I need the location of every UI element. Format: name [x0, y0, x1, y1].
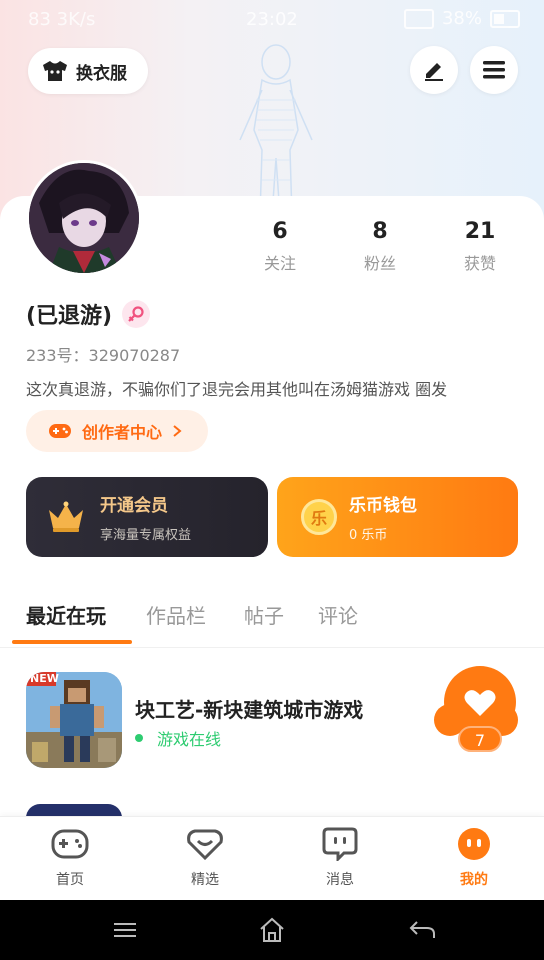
- battery-icon: [490, 9, 520, 28]
- chevron-right-icon: [173, 425, 182, 437]
- edit-profile-button[interactable]: [410, 46, 458, 94]
- hamburger-icon: [483, 61, 505, 79]
- game-status-label: 游戏在线: [157, 730, 222, 749]
- active-tab-indicator: [12, 640, 132, 644]
- vip-subtitle: 享海量专属权益: [100, 528, 192, 543]
- back-button[interactable]: [408, 916, 438, 944]
- tab-comments[interactable]: 评论: [318, 600, 358, 629]
- dress-up-button[interactable]: 换衣服: [28, 48, 148, 94]
- gem-heart-icon: [187, 829, 223, 860]
- fans-label: 粉丝: [363, 254, 396, 273]
- wallet-title: 乐币钱包: [349, 496, 417, 516]
- back-arrow-icon: [409, 921, 435, 938]
- gamepad-icon: [49, 424, 71, 438]
- nav-messages-label: 消息: [326, 872, 354, 888]
- status-bar: 83 3K/s 23:02 38%: [0, 0, 544, 40]
- chat-icon: [322, 827, 358, 861]
- dress-up-label: 换衣服: [76, 63, 127, 84]
- game-icon: NEW: [26, 672, 122, 768]
- tab-works[interactable]: 作品栏: [146, 600, 206, 629]
- stat-fans[interactable]: 8 粉丝: [330, 216, 430, 274]
- likes-count: 21: [464, 219, 496, 244]
- fans-count: 8: [372, 219, 388, 244]
- home-icon: [260, 917, 284, 942]
- gamepad-nav-icon: [51, 829, 89, 859]
- female-icon: [122, 300, 151, 328]
- menu-button[interactable]: [470, 46, 518, 94]
- recents-icon: [114, 923, 136, 937]
- me-face-icon: [458, 828, 490, 860]
- game-title: 块工艺-新块建筑城市游戏: [135, 698, 364, 722]
- following-count: 6: [272, 219, 288, 244]
- recent-game-item[interactable]: NEW 块工艺-新块建筑城市游戏 游戏在线: [0, 664, 544, 780]
- name-row: (已退游): [26, 298, 151, 330]
- following-label: 关注: [263, 254, 296, 273]
- new-badge: NEW: [30, 672, 59, 685]
- like-count: 7: [458, 726, 502, 752]
- shirt-icon: [43, 61, 67, 81]
- recent-apps-button[interactable]: [110, 916, 140, 944]
- crown-icon: [49, 501, 83, 532]
- stat-likes[interactable]: 21 获赞: [430, 216, 530, 274]
- pen-icon: [425, 63, 443, 81]
- wallet-balance: 0 乐币: [349, 528, 388, 543]
- coin-char: 乐: [310, 509, 327, 528]
- avatar-model-figure: [239, 44, 313, 217]
- clock: 23:02: [246, 9, 298, 30]
- nav-featured-label: 精选: [191, 872, 219, 888]
- nav-home-label: 首页: [56, 872, 84, 888]
- nav-featured[interactable]: 精选: [165, 825, 245, 889]
- system-navigation-bar: [0, 900, 544, 960]
- home-button[interactable]: [257, 916, 287, 944]
- creator-center-label: 创作者中心: [82, 423, 163, 442]
- stat-following[interactable]: 6 关注: [230, 216, 330, 274]
- bottom-nav: 首页 精选 消息 我的: [0, 816, 544, 900]
- nav-me-label: 我的: [460, 872, 488, 888]
- wallet-card[interactable]: 乐 乐币钱包 0 乐币: [277, 477, 518, 557]
- nav-me[interactable]: 我的: [434, 825, 514, 889]
- coin-icon: 乐: [301, 499, 337, 535]
- tab-recent-play[interactable]: 最近在玩: [26, 600, 106, 629]
- battery-percent: 38%: [441, 8, 482, 29]
- avatar-image: [29, 163, 139, 273]
- user-id: 233号：329070287: [26, 346, 181, 365]
- online-dot: [135, 734, 143, 742]
- network-speed: 83 3K/s: [28, 9, 96, 30]
- game-online-status: 游戏在线: [135, 726, 221, 750]
- cast-icon: [403, 8, 434, 29]
- tab-posts[interactable]: 帖子: [244, 600, 284, 629]
- creator-center-button[interactable]: 创作者中心: [26, 410, 208, 452]
- user-bio: 这次真退游，不骗你们了退完会用其他叫在汤姆猫游戏 圈发: [26, 380, 448, 399]
- nav-home[interactable]: 首页: [30, 825, 110, 889]
- vip-card[interactable]: 开通会员 享海量专属权益: [26, 477, 268, 557]
- nav-messages[interactable]: 消息: [300, 825, 380, 889]
- profile-stats: 6 关注 8 粉丝 21 获赞: [230, 216, 530, 274]
- avatar[interactable]: [26, 160, 142, 276]
- vip-title: 开通会员: [100, 496, 168, 516]
- user-name: (已退游): [26, 304, 113, 329]
- profile-tabs: 最近在玩 作品栏 帖子 评论: [0, 596, 544, 648]
- likes-label: 获赞: [463, 254, 496, 273]
